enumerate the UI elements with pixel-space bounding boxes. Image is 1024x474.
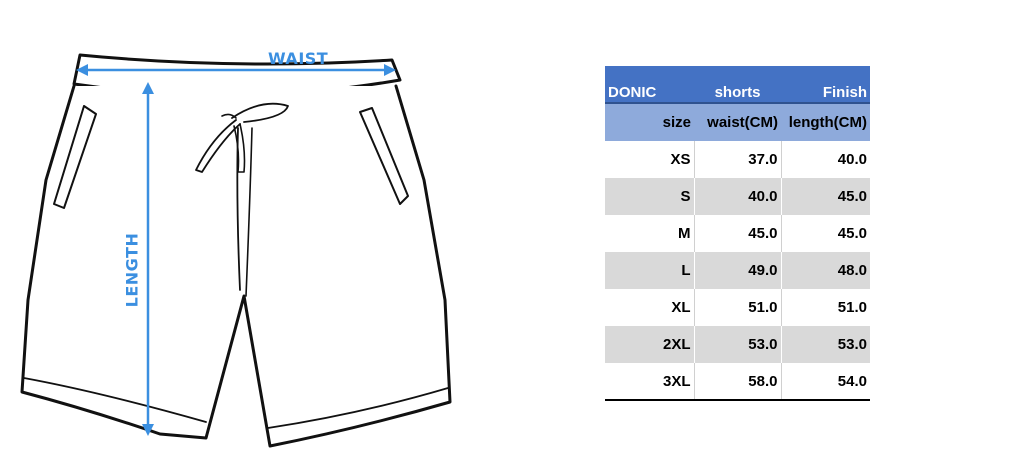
length-cell: 51.0 <box>781 289 870 326</box>
size-cell: XS <box>605 141 695 178</box>
size-cell: 2XL <box>605 326 695 363</box>
header-size: size <box>605 103 694 141</box>
size-cell: M <box>605 215 695 252</box>
finish-cell: Finish <box>781 66 870 104</box>
size-cell: XL <box>605 289 695 326</box>
waist-cell: 51.0 <box>694 289 782 326</box>
length-cell: 40.0 <box>781 141 870 178</box>
length-cell: 53.0 <box>781 326 870 363</box>
shorts-diagram: WAIST LENGTH <box>0 0 480 474</box>
waist-cell: 58.0 <box>694 363 782 401</box>
length-cell: 45.0 <box>781 215 870 252</box>
length-cell: 45.0 <box>781 178 870 215</box>
size-cell: L <box>605 252 695 289</box>
table-row: L 49.0 48.0 <box>605 252 870 289</box>
table-header-row: size waist(CM) length(CM) <box>605 103 870 141</box>
table-row: S 40.0 45.0 <box>605 178 870 215</box>
size-chart-table: DONIC shorts Finish size waist(CM) lengt… <box>605 66 870 401</box>
table-row: 3XL 58.0 54.0 <box>605 363 870 401</box>
header-waist: waist(CM) <box>694 103 781 141</box>
product-cell: shorts <box>694 66 781 104</box>
table-row: 2XL 53.0 53.0 <box>605 326 870 363</box>
waist-cell: 53.0 <box>694 326 782 363</box>
length-cell: 48.0 <box>781 252 870 289</box>
table-row: XL 51.0 51.0 <box>605 289 870 326</box>
length-cell: 54.0 <box>781 363 870 401</box>
length-label: LENGTH <box>122 232 142 308</box>
size-cell: S <box>605 178 695 215</box>
waist-cell: 37.0 <box>694 141 782 178</box>
size-cell: 3XL <box>605 363 695 401</box>
header-length: length(CM) <box>781 103 870 141</box>
table-row: XS 37.0 40.0 <box>605 141 870 178</box>
waist-cell: 45.0 <box>694 215 782 252</box>
shorts-illustration <box>20 53 452 448</box>
waist-cell: 49.0 <box>694 252 782 289</box>
waist-cell: 40.0 <box>694 178 782 215</box>
table-row: M 45.0 45.0 <box>605 215 870 252</box>
waist-label: WAIST <box>268 49 329 68</box>
brand-cell: DONIC <box>605 66 694 104</box>
table-title-row: DONIC shorts Finish <box>605 66 870 104</box>
